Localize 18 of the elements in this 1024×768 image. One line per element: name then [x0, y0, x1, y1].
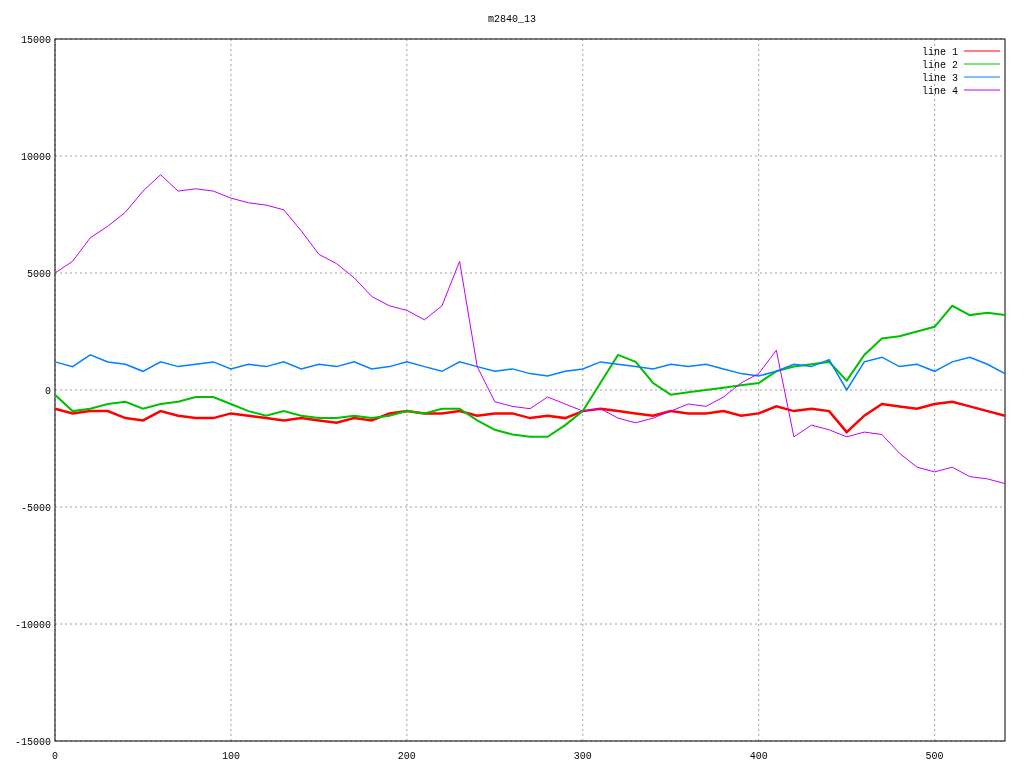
tick-label: 0: [45, 386, 51, 397]
tick-label: 5000: [27, 269, 51, 280]
tick-label: -15000: [15, 737, 51, 748]
tick-label: 10000: [21, 152, 51, 163]
legend-label: line 2: [922, 60, 958, 71]
chart-title: m2840_13: [488, 14, 536, 25]
tick-label: 300: [573, 751, 592, 762]
legend-label: line 1: [922, 47, 958, 58]
legend-label: line 3: [922, 73, 958, 84]
tick-label: 0: [52, 751, 58, 762]
tick-label: -5000: [21, 503, 51, 514]
tick-label: 200: [397, 751, 416, 762]
tick-label: 400: [749, 751, 768, 762]
tick-label: 500: [925, 751, 944, 762]
legend-label: line 4: [922, 86, 958, 97]
tick-label: 15000: [21, 35, 51, 46]
tick-label: 100: [221, 751, 240, 762]
tick-label: -10000: [15, 620, 51, 631]
